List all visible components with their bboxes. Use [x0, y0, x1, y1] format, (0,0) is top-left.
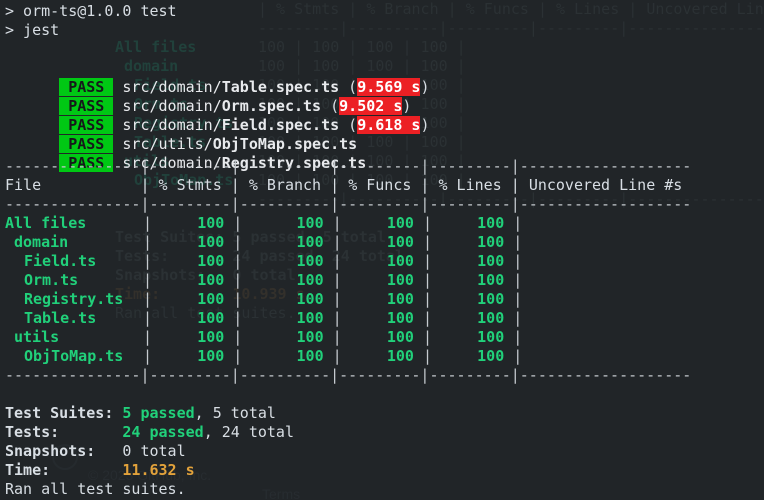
table-row-values: | 100 | 100 | 100 | 100 | [143, 233, 532, 251]
table-row: Table.ts [24, 309, 96, 328]
header-lines: % Lines [438, 176, 502, 194]
row-lines: 100 [477, 233, 505, 251]
table-row: Registry.ts [24, 290, 123, 309]
table-row-values: | 100 | 100 | 100 | 100 | [143, 214, 532, 232]
row-funcs: 100 [386, 271, 414, 289]
terminal-window[interactable]: | % Stmts | % Branch | % Funcs | % Lines… [0, 0, 764, 500]
row-stmts: 100 [197, 214, 225, 232]
row-file-name: Field.ts [24, 252, 97, 270]
row-branch: 100 [296, 271, 324, 289]
row-stmts: 100 [197, 233, 225, 251]
summary-time: Time: 11.632 s [5, 461, 195, 480]
summary-snapshots-label: Snapshots: [5, 442, 96, 460]
table-row: domain [14, 233, 68, 252]
coverage-header-row: File | % Stmts | % Branch | % Funcs | % … [5, 176, 683, 194]
row-branch: 100 [296, 214, 324, 232]
table-row: ObjToMap.ts [24, 347, 123, 366]
table-row: Orm.ts [24, 271, 78, 290]
summary-suites-passed: 5 passed [122, 404, 195, 422]
header-branch: % Branch [248, 176, 322, 194]
row-lines: 100 [477, 214, 505, 232]
row-funcs: 100 [386, 252, 414, 270]
summary-tests-passed: 24 passed [122, 423, 204, 441]
row-stmts: 100 [197, 328, 225, 346]
row-lines: 100 [477, 347, 505, 365]
row-file-name: utils [14, 328, 60, 346]
summary-snapshots: Snapshots: 0 total [5, 442, 186, 461]
table-row: All files [5, 214, 86, 233]
row-funcs: 100 [386, 233, 414, 251]
row-file-name: domain [14, 233, 69, 251]
row-stmts: 100 [197, 309, 225, 327]
summary-snapshots-value: 0 total [122, 442, 186, 460]
row-lines: 100 [477, 309, 505, 327]
coverage-separator-bottom: ---------------|---------|----------|---… [5, 366, 692, 384]
coverage-separator-top: ---------------|---------|----------|---… [5, 157, 692, 175]
row-funcs: 100 [386, 290, 414, 308]
row-file-name: Registry.ts [24, 290, 124, 308]
table-row-values: | 100 | 100 | 100 | 100 | [143, 328, 532, 346]
table-row-values: | 100 | 100 | 100 | 100 | [143, 347, 532, 365]
header-stmts: % Stmts [158, 176, 222, 194]
summary-time-value: 11.632 s [122, 461, 195, 479]
suite-duration: 9.618 s [357, 116, 421, 134]
summary-tests-total: , 24 total [203, 423, 294, 441]
summary-suites-total: , 5 total [194, 404, 276, 422]
npm-script-line: > orm-ts@1.0.0 test [5, 2, 177, 20]
summary-ran-all-suites: Ran all test suites. [5, 480, 186, 498]
row-funcs: 100 [386, 347, 414, 365]
row-file-name: Orm.ts [24, 271, 79, 289]
summary-test-suites: Test Suites: 5 passed, 5 total [5, 404, 276, 423]
table-row-values: | 100 | 100 | 100 | 100 | [143, 271, 532, 289]
table-row-values: | 100 | 100 | 100 | 100 | [143, 252, 532, 270]
header-uncovered: Uncovered Line #s [528, 176, 683, 194]
coverage-separator-mid: ---------------|---------|----------|---… [5, 195, 692, 213]
row-funcs: 100 [386, 309, 414, 327]
summary-tests-label: Tests: [5, 423, 60, 441]
row-lines: 100 [477, 271, 505, 289]
row-lines: 100 [477, 328, 505, 346]
jest-command-line: > jest [5, 21, 60, 39]
header-funcs: % Funcs [348, 176, 412, 194]
table-row-values: | 100 | 100 | 100 | 100 | [143, 290, 532, 308]
row-branch: 100 [296, 252, 324, 270]
row-file-name: Table.ts [24, 309, 97, 327]
row-branch: 100 [296, 309, 324, 327]
row-stmts: 100 [197, 290, 225, 308]
table-row-values: | 100 | 100 | 100 | 100 | [143, 309, 532, 327]
table-row: utils [14, 328, 59, 347]
summary-tests: Tests: 24 passed, 24 total [5, 423, 294, 442]
row-file-name: ObjToMap.ts [24, 347, 124, 365]
row-lines: 100 [477, 290, 505, 308]
row-branch: 100 [296, 233, 324, 251]
row-funcs: 100 [386, 328, 414, 346]
row-stmts: 100 [197, 347, 225, 365]
row-branch: 100 [296, 328, 324, 346]
table-row: Field.ts [24, 252, 96, 271]
header-file: File [5, 176, 42, 194]
row-stmts: 100 [197, 271, 225, 289]
terminal-output: > orm-ts@1.0.0 test > jest PASS src/doma… [0, 0, 764, 500]
row-branch: 100 [296, 290, 324, 308]
row-branch: 100 [296, 347, 324, 365]
row-stmts: 100 [197, 252, 225, 270]
row-lines: 100 [477, 252, 505, 270]
row-file-name: All files [5, 214, 87, 232]
summary-time-label: Time: [5, 461, 51, 479]
row-funcs: 100 [386, 214, 414, 232]
summary-suites-label: Test Suites: [5, 404, 114, 422]
